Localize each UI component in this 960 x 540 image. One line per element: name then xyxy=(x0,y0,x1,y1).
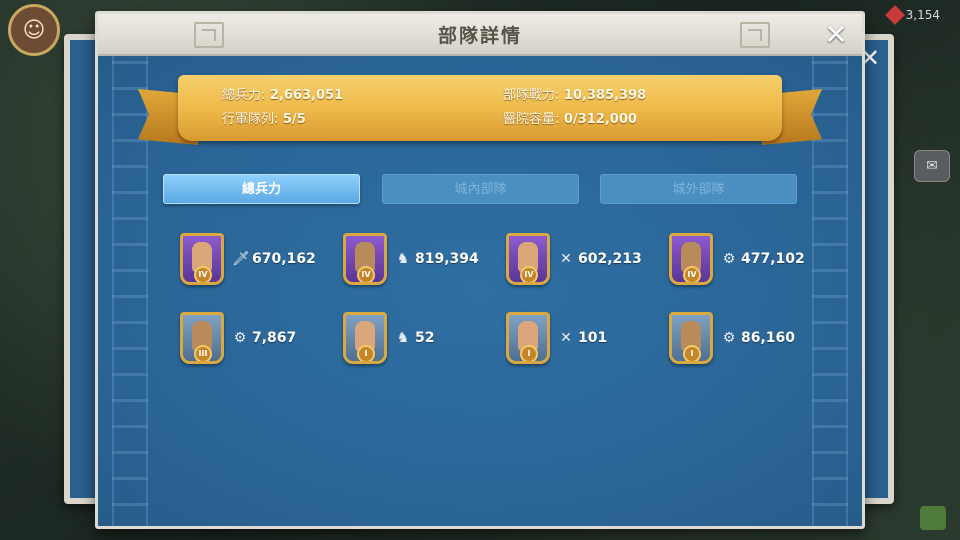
troop-portrait: IV xyxy=(506,233,550,285)
total-troops-stat: 總兵力: 2,663,051 xyxy=(222,84,343,103)
gem-count-value: 3,154 xyxy=(905,8,940,22)
mail-icon: ✉ xyxy=(926,158,938,174)
total-troops-label: 總兵力: xyxy=(222,88,266,103)
tier-badge: I xyxy=(683,345,701,361)
troop-count: 7,867 xyxy=(252,330,297,346)
player-avatar[interactable]: ☺ xyxy=(8,4,60,56)
hospital-capacity-value: 0/312,000 xyxy=(563,112,637,127)
troop-entry[interactable]: IV 🗡 670,162 xyxy=(180,231,330,287)
tier-badge: IV xyxy=(194,266,212,282)
troop-entry[interactable]: I ♞ 52 xyxy=(343,310,493,366)
troop-portrait: IV xyxy=(180,233,224,285)
panel-header: 部隊詳情 ✕ xyxy=(98,14,862,56)
tier-badge: IV xyxy=(683,266,701,282)
hospital-capacity-label: 醫院容量: xyxy=(503,112,560,127)
meander-border-right xyxy=(812,56,848,526)
troop-count: 819,394 xyxy=(415,251,479,267)
sword-icon: 🗡 xyxy=(232,251,250,267)
tier-badge: IV xyxy=(520,266,538,282)
tab-total-troops[interactable]: 總兵力 xyxy=(163,174,360,204)
side-quest-button[interactable] xyxy=(920,506,946,530)
tier-badge: III xyxy=(194,345,212,361)
hospital-capacity-stat: 醫院容量: 0/312,000 xyxy=(503,108,637,127)
greek-key-ornament-icon xyxy=(194,22,224,48)
troop-portrait: I xyxy=(343,312,387,364)
side-menu-button[interactable]: ✉ xyxy=(914,150,950,182)
troop-power-stat: 部隊戰力: 10,385,398 xyxy=(503,84,646,103)
bow-icon: ✕ xyxy=(560,251,572,267)
troop-entry[interactable]: III ⚙ 7,867 xyxy=(180,310,330,366)
catapult-icon: ⚙ xyxy=(722,330,736,346)
greek-key-ornament-icon xyxy=(740,22,770,48)
tab-troops-in-city[interactable]: 城內部隊 xyxy=(382,174,579,204)
troop-entry[interactable]: IV ♞ 819,394 xyxy=(343,231,493,287)
troop-count: 670,162 xyxy=(252,251,316,267)
stats-ribbon: 總兵力: 2,663,051 行軍隊列: 5/5 部隊戰力: 10,385,39… xyxy=(178,75,782,141)
march-queue-stat: 行軍隊列: 5/5 xyxy=(222,108,306,127)
troop-portrait: I xyxy=(506,312,550,364)
march-queue-value: 5/5 xyxy=(282,112,306,127)
troop-count: 477,102 xyxy=(741,251,805,267)
troop-portrait: III xyxy=(180,312,224,364)
avatar-figure-icon: ☺ xyxy=(22,17,46,43)
troop-entry[interactable]: IV ⚙ 477,102 xyxy=(669,231,819,287)
troop-power-label: 部隊戰力: xyxy=(503,88,560,103)
tier-badge: I xyxy=(357,345,375,361)
troop-count: 86,160 xyxy=(741,330,796,346)
total-troops-value: 2,663,051 xyxy=(269,88,344,103)
horse-icon: ♞ xyxy=(396,251,410,267)
troop-entry[interactable]: IV ✕ 602,213 xyxy=(506,231,656,287)
march-queue-label: 行軍隊列: xyxy=(222,112,279,127)
meander-border-left xyxy=(112,56,148,526)
catapult-icon: ⚙ xyxy=(722,251,736,267)
gem-counter[interactable]: 3,154 xyxy=(884,5,940,25)
catapult-icon: ⚙ xyxy=(233,330,247,346)
close-icon: ✕ xyxy=(824,18,848,51)
troop-power-value: 10,385,398 xyxy=(563,88,647,103)
troop-entry[interactable]: I ✕ 101 xyxy=(506,310,656,366)
troop-portrait: IV xyxy=(343,233,387,285)
horse-icon: ♞ xyxy=(396,330,410,346)
troop-entry[interactable]: I ⚙ 86,160 xyxy=(669,310,819,366)
gem-icon xyxy=(884,5,905,25)
troop-count: 52 xyxy=(415,330,435,346)
panel-title: 部隊詳情 xyxy=(437,24,522,47)
troop-count: 602,213 xyxy=(578,251,642,267)
bow-icon: ✕ xyxy=(560,330,572,346)
tier-badge: IV xyxy=(357,266,375,282)
troop-portrait: IV xyxy=(669,233,713,285)
troop-count: 101 xyxy=(578,330,608,346)
close-button[interactable]: ✕ xyxy=(820,20,852,50)
troop-portrait: I xyxy=(669,312,713,364)
tab-troops-outside-city[interactable]: 城外部隊 xyxy=(600,174,797,204)
tier-badge: I xyxy=(520,345,538,361)
